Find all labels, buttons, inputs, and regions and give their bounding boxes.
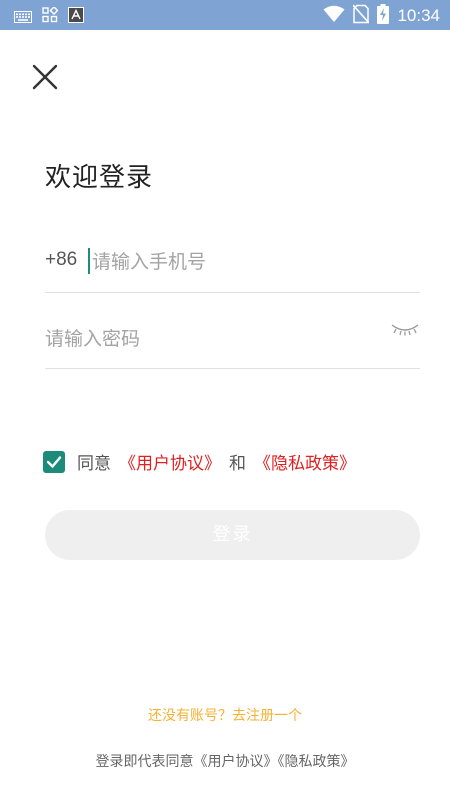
password-input[interactable]: [45, 323, 375, 355]
password-divider: [45, 368, 420, 369]
status-time: 10:34: [397, 6, 440, 25]
apps-grid-icon: [42, 5, 59, 27]
agreement-checkbox[interactable]: [43, 450, 65, 473]
eye-closed-icon: [391, 324, 419, 336]
text-cursor: [88, 248, 90, 274]
register-link[interactable]: 还没有账号？去注册一个: [0, 705, 450, 725]
phone-divider: [45, 292, 420, 293]
font-a-icon: [68, 7, 84, 27]
close-icon: [32, 64, 58, 90]
status-bar-right: 10:34: [323, 4, 440, 28]
agreement-row: 同意 《用户协议》 和 《隐私政策》: [43, 449, 356, 474]
status-bar-left: [14, 5, 84, 27]
page-title: 欢迎登录: [45, 163, 154, 193]
status-bar: 10:34: [0, 0, 450, 30]
wifi-icon: [323, 5, 345, 27]
battery-charging-icon: [377, 4, 390, 28]
password-visibility-toggle[interactable]: [390, 320, 420, 340]
footer-agreement-note: 登录即代表同意《用户协议》《隐私政策》: [95, 754, 355, 770]
user-agreement-link[interactable]: 《用户协议》: [119, 449, 221, 474]
country-code[interactable]: +86: [45, 249, 77, 271]
keyboard-icon: [14, 8, 32, 27]
close-button[interactable]: [28, 60, 62, 94]
phone-input[interactable]: [92, 246, 412, 278]
agree-text: 同意: [77, 454, 111, 474]
privacy-policy-link[interactable]: 《隐私政策》: [254, 449, 356, 474]
login-button[interactable]: 登录: [45, 510, 420, 560]
checkmark-icon: [46, 455, 62, 468]
no-sim-icon: [352, 4, 371, 28]
and-text: 和: [229, 454, 246, 474]
